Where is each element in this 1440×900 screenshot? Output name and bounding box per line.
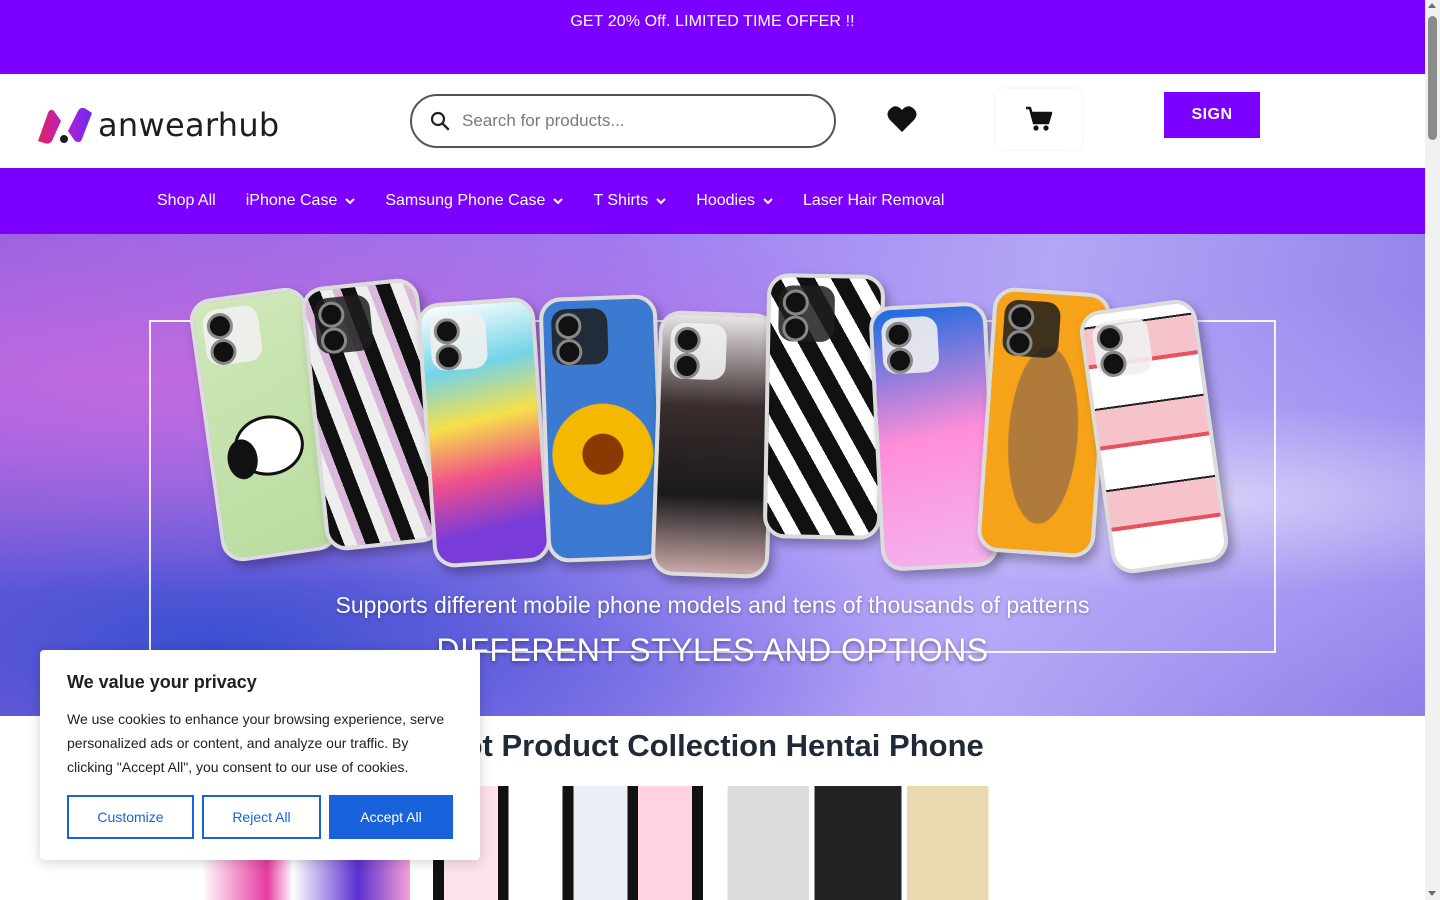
- nav-item-label: Laser Hair Removal: [802, 192, 945, 209]
- logo-mark-icon: [38, 107, 92, 144]
- product-card[interactable]: [722, 786, 994, 900]
- phone-case-sunflower: [538, 294, 666, 563]
- cookie-consent-banner: We value your privacy We use cookies to …: [40, 650, 480, 860]
- phone-case-marble: [415, 296, 553, 569]
- nav-item-label: Samsung Phone Case: [385, 192, 546, 209]
- nav-item-iphone-case[interactable]: iPhone Case: [246, 192, 356, 210]
- site-logo[interactable]: anwearhub: [34, 105, 280, 145]
- chevron-down-icon: [345, 197, 356, 204]
- nav-item-label: iPhone Case: [245, 192, 338, 209]
- chevron-down-icon: [656, 197, 666, 204]
- search-input[interactable]: [462, 111, 802, 131]
- cookie-text: We use cookies to enhance your browsing …: [67, 711, 445, 775]
- page: GET 20% Off. LIMITED TIME OFFER !! anwea…: [0, 0, 1440, 900]
- cookie-buttons: Customize Reject All Accept All: [67, 795, 461, 839]
- nav-item-shop-all[interactable]: Shop All: [157, 192, 216, 210]
- logo-text: anwearhub: [98, 106, 280, 144]
- page-scrollbar[interactable]: [1425, 0, 1440, 900]
- search-bar[interactable]: [410, 94, 836, 148]
- cart-button[interactable]: [996, 89, 1082, 149]
- accept-all-button[interactable]: Accept All: [329, 795, 453, 839]
- scrollbar-thumb[interactable]: [1428, 16, 1437, 140]
- phone-case-anime-maid: [650, 310, 778, 579]
- hero-banner[interactable]: Supports different mobile phone models a…: [0, 234, 1425, 716]
- hero-phone-cases-image: [185, 272, 1265, 594]
- site-header: anwearhub SIGN: [0, 74, 1425, 168]
- search-icon[interactable]: [430, 111, 450, 131]
- nav-item-label: Hoodies: [696, 192, 755, 209]
- scroll-down-arrow-icon[interactable]: [1428, 891, 1436, 896]
- scroll-up-arrow-icon[interactable]: [1428, 3, 1436, 8]
- wishlist-button[interactable]: [887, 105, 917, 138]
- phone-case-manga: [1077, 297, 1231, 576]
- hero-subtitle: Supports different mobile phone models a…: [335, 592, 1090, 618]
- phone-case-zebra: [762, 272, 886, 541]
- promo-text: GET 20% Off. LIMITED TIME OFFER !!: [570, 13, 855, 30]
- nav-item-hoodies[interactable]: Hoodies: [696, 192, 773, 210]
- main-nav: Shop All iPhone Case Samsung Phone Case …: [0, 168, 1425, 234]
- nav-item-samsung-phone-case[interactable]: Samsung Phone Case: [385, 192, 564, 210]
- nav-item-laser-hair-removal[interactable]: Laser Hair Removal: [803, 192, 944, 210]
- nav-item-label: T Shirts: [593, 192, 649, 209]
- reject-all-button[interactable]: Reject All: [202, 795, 321, 839]
- customize-button[interactable]: Customize: [67, 795, 194, 839]
- chevron-down-icon: [553, 197, 564, 204]
- sign-button[interactable]: SIGN: [1164, 92, 1260, 138]
- chevron-down-icon: [763, 197, 773, 204]
- cookie-title: We value your privacy: [67, 672, 257, 692]
- nav-item-label: Shop All: [157, 192, 216, 209]
- nav-item-t-shirts[interactable]: T Shirts: [593, 192, 666, 210]
- cart-icon: [1026, 106, 1053, 131]
- promo-bar: GET 20% Off. LIMITED TIME OFFER !!: [0, 0, 1425, 74]
- page-content: GET 20% Off. LIMITED TIME OFFER !! anwea…: [0, 0, 1425, 900]
- heart-icon: [887, 106, 917, 132]
